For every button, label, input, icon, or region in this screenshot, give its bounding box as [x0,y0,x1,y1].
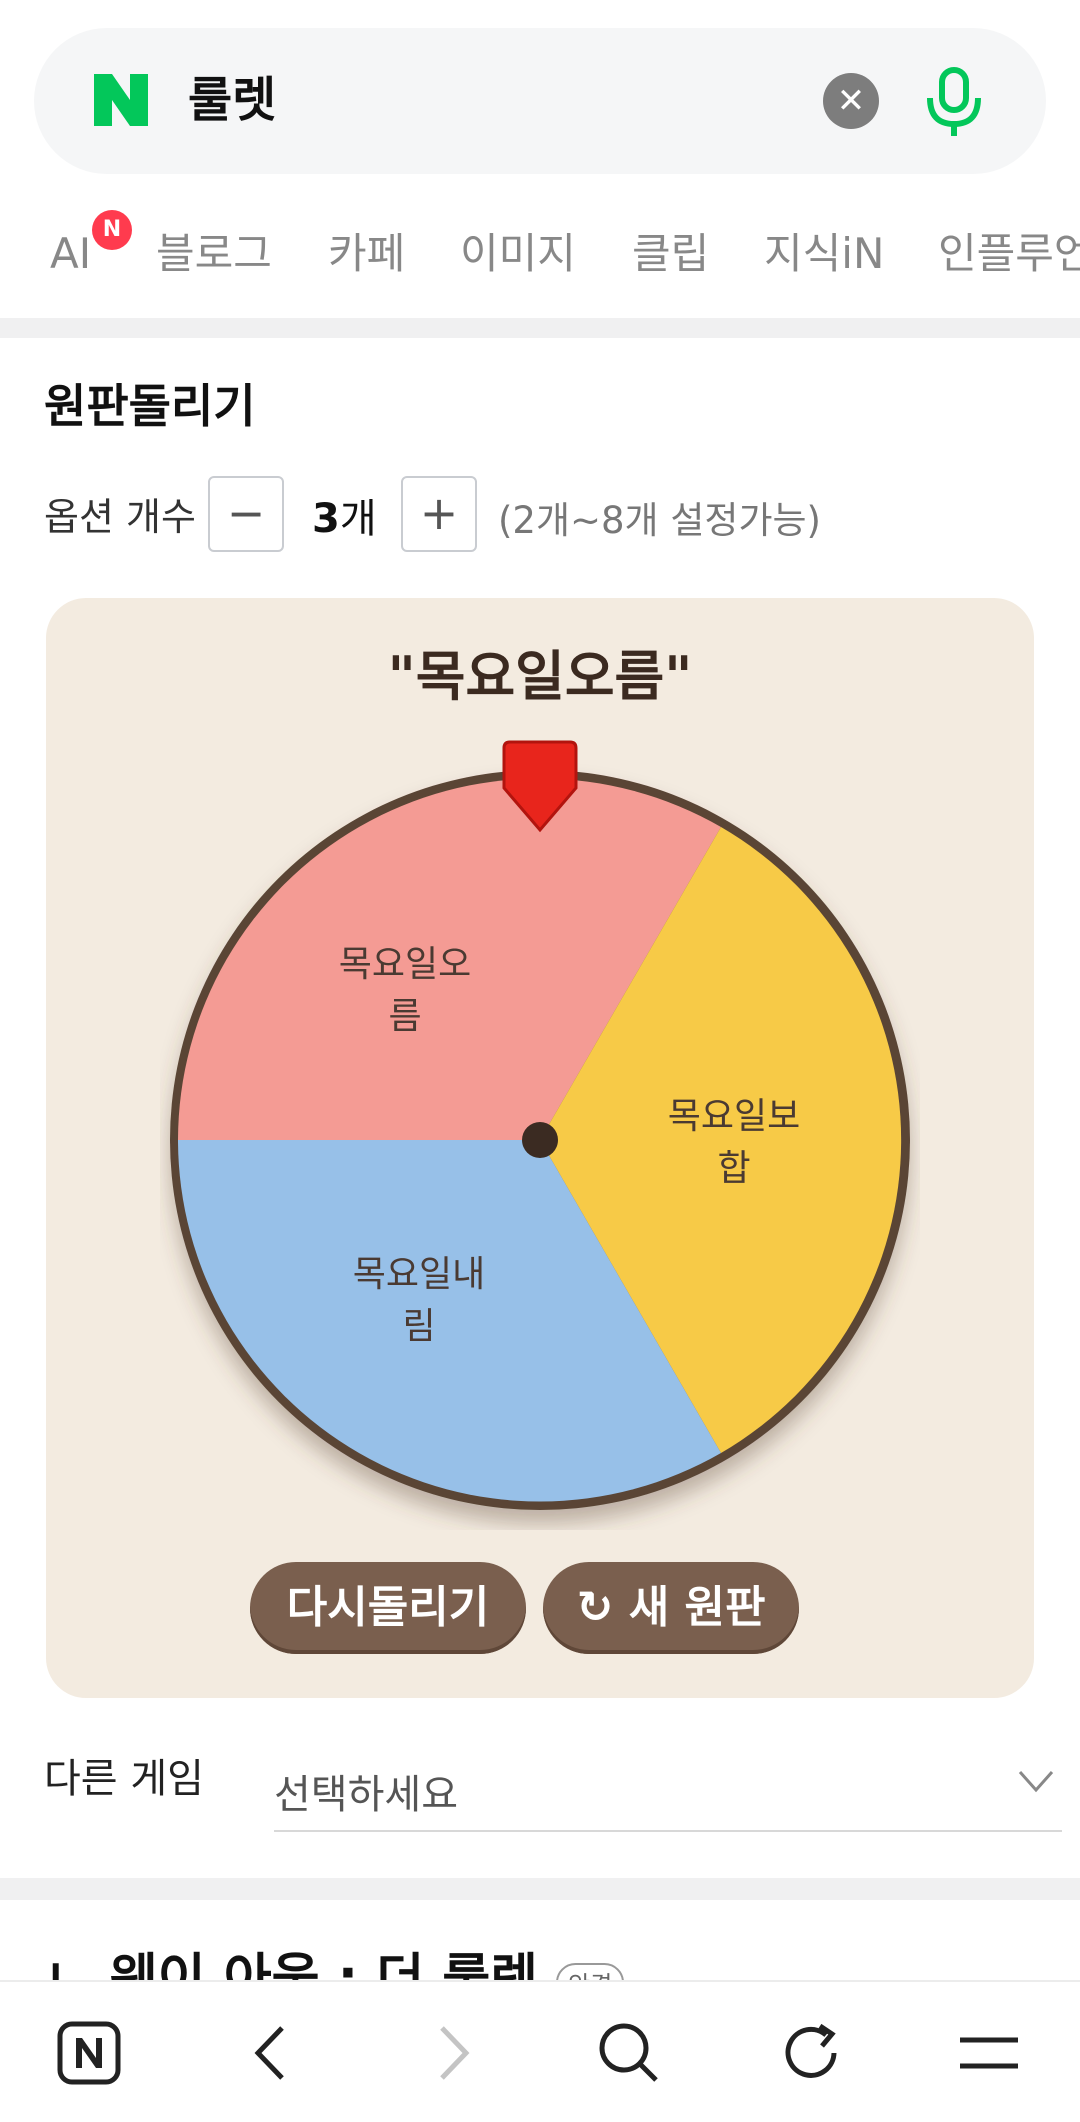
tab-cafe[interactable]: 카페 [328,226,405,282]
chevron-down-icon [1018,1771,1054,1793]
roulette-wheel[interactable]: 목요일오 름 목요일보 합 목요일내 림 [160,730,920,1530]
next-section-title[interactable]: ㄴ 웨이 아웃 : 더 룰렛 안경 [44,1936,625,1980]
refresh-icon: ↻ [576,1582,614,1633]
spin-again-button[interactable]: 다시돌리기 [250,1562,526,1654]
select-value: 선택하세요 [274,1772,458,1818]
decrease-button[interactable]: − [208,476,284,552]
segment-label: 름 [388,996,421,1037]
search-bar[interactable]: 룰렛 ✕ [34,28,1046,174]
mic-icon[interactable] [922,66,986,138]
segment-label: 목요일내 [353,1254,485,1295]
tab-clip[interactable]: 클립 [632,226,709,282]
naver-logo-icon[interactable] [90,72,152,128]
new-wheel-label: 새 원판 [628,1582,766,1633]
option-count-unit: 개 [339,496,377,542]
range-note: (2개~8개 설정가능) [498,499,821,542]
tab-kin[interactable]: 지식iN [764,226,884,282]
segment-label: 합 [717,1148,750,1189]
tab-influencer[interactable]: 인플루언 [938,226,1080,282]
segment-label: 목요일보 [668,1096,800,1137]
other-game-select[interactable]: 선택하세요 [274,1754,1062,1832]
menu-icon[interactable] [954,2018,1024,2088]
tab-ai-label: AI [50,229,92,278]
new-badge: N [92,210,132,250]
search-query[interactable]: 룰렛 [188,64,276,136]
forward-icon[interactable] [418,2018,488,2088]
next-section-badge: 안경 [556,1962,625,1980]
segment-label: 림 [402,1306,435,1347]
increase-button[interactable]: + [401,476,477,552]
option-count: 3개 [312,486,377,544]
next-section-title-text: ㄴ 웨이 아웃 : 더 룰렛 [44,1949,539,1980]
search-icon[interactable] [594,2018,664,2088]
close-icon[interactable]: ✕ [823,73,879,129]
wheel-hub [522,1122,558,1158]
tab-image[interactable]: 이미지 [460,226,576,282]
section-title: 원판돌리기 [44,379,256,433]
tab-blog[interactable]: 블로그 [156,226,272,282]
naver-home-icon[interactable] [54,2018,124,2088]
tab-ai[interactable]: AI [50,226,91,282]
section-divider [0,1878,1080,1900]
search-tabs: AI N 블로그 카페 이미지 클립 지식iN 인플루언 [0,200,1080,300]
refresh-icon[interactable] [776,2018,846,2088]
roulette-result: "목요일오름" [387,645,693,708]
bottom-nav [0,1980,1080,2122]
option-count-number: 3 [312,496,340,542]
other-game-label: 다른 게임 [44,1756,204,1802]
section-divider [0,318,1080,338]
new-wheel-button[interactable]: ↻ 새 원판 [543,1562,799,1654]
segment-label: 목요일오 [339,944,471,985]
option-count-label: 옵션 개수 [44,495,196,539]
back-icon[interactable] [236,2018,306,2088]
